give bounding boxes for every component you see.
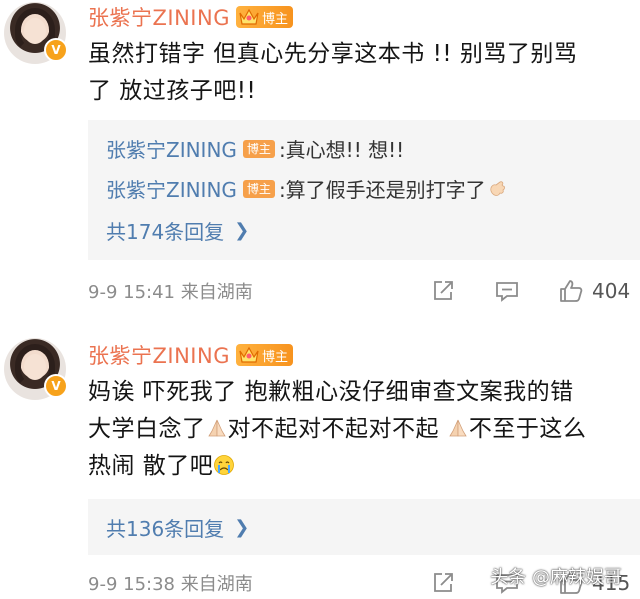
avatar-face [24,18,46,44]
reply-item[interactable]: 张紫宁ZINING 博主 :真心想!! 想!! [106,134,404,163]
blogger-tag-label: 博主 [261,11,288,27]
pray-emoji [449,419,467,437]
comment-text: 虽然打错字 但真心先分享这本书 !! 别骂了别骂 了 放过孩子吧!! [88,36,633,110]
blogger-tag: 博主 [235,6,293,28]
reply-item[interactable]: 张紫宁ZINING 博主 :算了假手还是别打字了 [106,174,508,203]
crown-icon [239,8,259,25]
more-replies-link[interactable]: 共174条回复 ❯ [106,216,249,245]
crown-icon [239,346,259,363]
author-name[interactable]: 张紫宁ZINING [88,340,230,370]
verified-badge-icon: V [44,374,68,398]
clap-emoji [490,180,505,196]
chevron-right-icon: ❯ [234,220,250,241]
avatar-face [24,354,46,380]
reply-text: :算了假手还是别打字了 [278,178,486,202]
more-replies-label: 共174条回复 [106,220,225,244]
comment-text-line: 虽然打错字 但真心先分享这本书 !! 别骂了别骂 [88,41,578,67]
more-replies-link[interactable]: 共136条回复 ❯ [106,513,249,542]
chevron-right-icon: ❯ [234,517,250,538]
reply-author[interactable]: 张紫宁ZINING [106,134,237,163]
blogger-tag: 博主 [242,179,275,198]
comment-text-segment: 对不起对不起对不起 [227,416,447,442]
comment-meta: 9-9 15:41 来自湖南 [88,282,253,303]
comment-text: 妈诶 吓死我了 抱歉粗心没仔细审查文案我的错 大学白念了 对不起对不起对不起 不至… [88,374,633,485]
avatar[interactable]: V [4,338,68,400]
replies-box: 张紫宁ZINING 博主 :真心想!! 想!! 张紫宁ZINING 博主 :算了… [88,120,640,260]
comment-button[interactable] [494,276,520,306]
comment-text-segment: 热闹 散了吧 [88,453,214,479]
blogger-tag-label: 博主 [261,349,288,365]
blogger-tag: 博主 [242,139,275,158]
comment-author-row: 张紫宁ZINING 博主 [88,340,293,370]
crying-emoji [214,455,235,475]
like-button[interactable]: 404 [558,276,630,306]
blogger-tag: 博主 [235,344,293,366]
comment-text-line: 妈诶 吓死我了 抱歉粗心没仔细审查文案我的错 [88,379,574,405]
share-button[interactable] [430,276,456,306]
reply-text: :真心想!! 想!! [278,138,405,162]
comment-icon [496,282,518,302]
share-button[interactable] [430,568,456,598]
pray-emoji [207,419,226,437]
comment-meta: 9-9 15:38 来自湖南 [88,574,253,595]
comment-text-segment: 大学白念了 [88,416,206,442]
thumbs-up-icon [560,280,583,302]
share-icon [434,573,453,592]
more-replies-label: 共136条回复 [106,517,225,541]
replies-box: 共136条回复 ❯ [88,499,640,555]
share-icon [434,281,453,300]
comment-text-segment: 不至于这么 [468,416,587,442]
author-name[interactable]: 张紫宁ZINING [88,2,230,32]
comment-text-line: 了 放过孩子吧!! [88,78,257,104]
comment-author-row: 张紫宁ZINING 博主 [88,2,293,32]
reply-author[interactable]: 张紫宁ZINING [106,174,237,203]
comment-text-line: 大学白念了 对不起对不起对不起 不至于这么 [88,411,633,448]
watermark: 头条 @麻辣娱哥 [490,567,622,588]
verified-badge-icon: V [44,38,68,62]
comment-meta-row: 9-9 15:41 来自湖南 404 [88,276,640,306]
avatar[interactable]: V [4,2,68,64]
comment-text-line: 热闹 散了吧 [88,448,633,485]
like-count: 404 [592,279,631,303]
